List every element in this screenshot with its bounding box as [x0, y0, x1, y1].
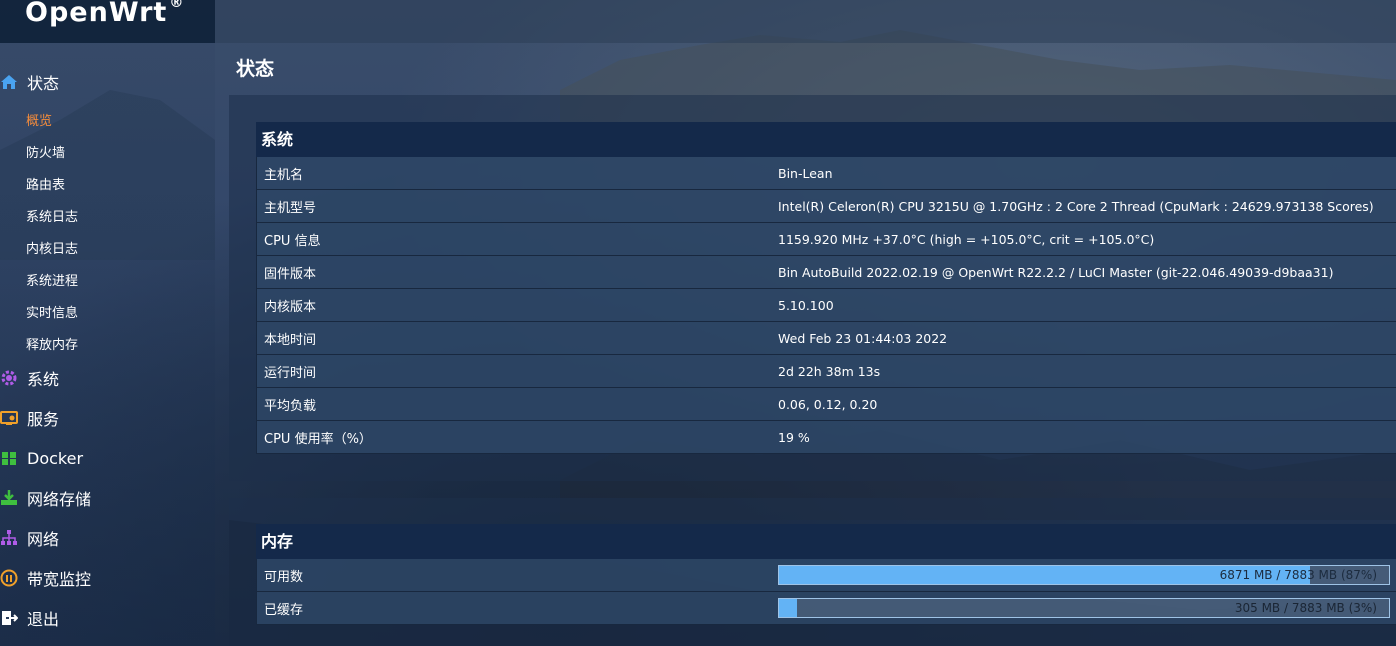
bar-text: 305 MB / 7883 MB (3%) [1234, 601, 1377, 615]
gear-icon [1, 370, 17, 386]
sidebar-group-storage[interactable]: 网络存储 [0, 483, 91, 513]
brand-mark: ® [169, 0, 185, 11]
table-row: 运行时间 2d 22h 38m 13s [256, 355, 1396, 388]
sidebar-group-status[interactable]: 状态 [0, 67, 59, 97]
sidebar-item-free-memory[interactable]: 释放内存 [26, 334, 78, 353]
table-row: 内核版本 5.10.100 [256, 289, 1396, 322]
sidebar-group-system[interactable]: 系统 [0, 363, 59, 393]
brand-logo[interactable]: OpenWrt ® [25, 0, 184, 28]
row-key: 主机型号 [264, 200, 317, 216]
bar-fill [779, 599, 798, 617]
sidebar-item-routes[interactable]: 路由表 [26, 174, 65, 193]
row-key: CPU 信息 [264, 233, 321, 249]
logo-area[interactable]: OpenWrt ® [0, 0, 215, 43]
page-title: 状态 [236, 58, 275, 80]
section-heading: 系统 [256, 122, 1396, 157]
row-value: 5.10.100 [778, 297, 834, 313]
row-key: 运行时间 [264, 365, 317, 381]
sidebar-group-label: 状态 [27, 74, 60, 93]
memory-cached-bar: 305 MB / 7883 MB (3%) [778, 598, 1390, 618]
row-key: 本地时间 [264, 332, 317, 348]
sidebar-item-firewall[interactable]: 防火墙 [26, 142, 65, 161]
table-row: CPU 使用率（%） 19 % [256, 421, 1396, 454]
top-header: OpenWrt ® [0, 0, 1396, 43]
docker-icon [2, 452, 16, 465]
sidebar-group-label: 服务 [27, 410, 60, 429]
row-value: 305 MB / 7883 MB (3%) [778, 598, 1396, 618]
sidebar-group-label: 网络存储 [27, 490, 92, 509]
sidebar-item-syslog[interactable]: 系统日志 [26, 206, 78, 225]
table-row: 主机型号 Intel(R) Celeron(R) CPU 3215U @ 1.7… [256, 190, 1396, 223]
row-key: CPU 使用率（%） [264, 431, 372, 447]
sidebar-group-network[interactable]: 网络 [0, 523, 59, 553]
sidebar-item-overview[interactable]: 概览 [26, 110, 52, 129]
row-value: 2d 22h 38m 13s [778, 363, 881, 379]
sidebar-group-label: 网络 [27, 530, 60, 549]
memory-section: 内存 可用数 6871 MB / 7883 MB (87%) 已缓存 305 M… [256, 524, 1396, 625]
row-key: 主机名 [264, 167, 304, 183]
network-icon [1, 530, 17, 545]
row-value: Bin-Lean [778, 165, 833, 181]
row-value: Intel(R) Celeron(R) CPU 3215U @ 1.70GHz … [778, 198, 1374, 214]
brand-name: OpenWrt [25, 0, 168, 28]
sidebar-group-docker[interactable]: Docker [0, 443, 83, 473]
row-value: 6871 MB / 7883 MB (87%) [778, 565, 1396, 585]
system-section: 系统 主机名 Bin-Lean 主机型号 Intel(R) Celeron(R)… [256, 122, 1396, 454]
table-row: 已缓存 305 MB / 7883 MB (3%) [256, 592, 1396, 625]
row-key: 已缓存 [264, 602, 304, 618]
storage-icon [1, 490, 17, 505]
sidebar-group-label: 退出 [27, 610, 60, 629]
memory-available-bar: 6871 MB / 7883 MB (87%) [778, 565, 1390, 585]
section-heading: 内存 [256, 524, 1396, 559]
services-icon [0, 411, 18, 425]
sidebar-item-kernel-log[interactable]: 内核日志 [26, 238, 78, 257]
sidebar-group-label: Docker [27, 448, 84, 468]
row-key: 固件版本 [264, 266, 317, 282]
bandwidth-icon [0, 569, 18, 587]
sidebar-group-bandwidth[interactable]: 带宽监控 [0, 563, 91, 593]
table-row: 平均负载 0.06, 0.12, 0.20 [256, 388, 1396, 421]
sidebar-group-logout[interactable]: 退出 [0, 603, 59, 633]
row-key: 内核版本 [264, 299, 317, 315]
table-row: 主机名 Bin-Lean [256, 157, 1396, 190]
sidebar-group-services[interactable]: 服务 [0, 403, 59, 433]
sidebar-group-label: 系统 [27, 370, 60, 389]
row-value: 1159.920 MHz +37.0°C (high = +105.0°C, c… [778, 231, 1155, 247]
table-row: 固件版本 Bin AutoBuild 2022.02.19 @ OpenWrt … [256, 256, 1396, 289]
logout-icon [2, 611, 18, 625]
sidebar-item-realtime[interactable]: 实时信息 [26, 302, 78, 321]
table-row: 可用数 6871 MB / 7883 MB (87%) [256, 559, 1396, 592]
row-value: 0.06, 0.12, 0.20 [778, 396, 878, 412]
sidebar-group-label: 带宽监控 [27, 570, 92, 589]
row-value: 19 % [778, 429, 810, 445]
row-key: 可用数 [264, 569, 304, 585]
row-value: Wed Feb 23 01:44:03 2022 [778, 330, 948, 346]
bar-text: 6871 MB / 7883 MB (87%) [1219, 568, 1377, 582]
row-key: 平均负载 [264, 398, 317, 414]
table-row: CPU 信息 1159.920 MHz +37.0°C (high = +105… [256, 223, 1396, 256]
home-icon [1, 75, 17, 89]
sidebar-item-processes[interactable]: 系统进程 [26, 270, 78, 289]
row-value: Bin AutoBuild 2022.02.19 @ OpenWrt R22.2… [778, 264, 1334, 280]
table-row: 本地时间 Wed Feb 23 01:44:03 2022 [256, 322, 1396, 355]
